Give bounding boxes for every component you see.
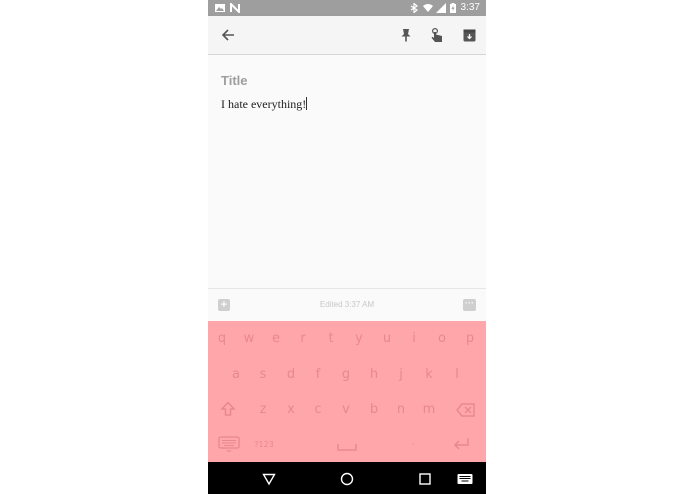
pin-button[interactable] (396, 25, 416, 45)
key-x[interactable]: x (281, 402, 301, 417)
keyboard-switch-icon (457, 474, 473, 484)
enter-icon (453, 438, 469, 450)
key-j[interactable]: j (391, 367, 411, 382)
key-w[interactable]: w (239, 331, 259, 346)
archive-icon (463, 29, 475, 41)
more-options-button[interactable]: ··· (463, 299, 476, 311)
key-f[interactable]: f (308, 367, 328, 382)
image-icon (215, 4, 225, 12)
spacebar-icon (337, 444, 357, 451)
key-a[interactable]: a (226, 367, 246, 382)
status-bar: 3:37 (208, 0, 486, 16)
key-n[interactable]: n (391, 402, 411, 417)
key-b[interactable]: b (364, 402, 384, 417)
navigation-bar (208, 462, 486, 494)
key-y[interactable]: y (349, 331, 369, 346)
back-arrow-icon (221, 29, 234, 41)
archive-button[interactable] (459, 25, 479, 45)
keyboard-switch-button[interactable] (457, 471, 473, 487)
on-screen-keyboard: q w e r t y u i o p a s d f g h j k l z … (208, 321, 486, 462)
status-time: 3:37 (460, 2, 480, 13)
shift-key[interactable] (220, 401, 236, 417)
wifi-icon (423, 4, 433, 12)
enter-key[interactable] (452, 436, 470, 452)
key-q[interactable]: q (212, 331, 232, 346)
recents-square-icon (419, 473, 431, 485)
key-l[interactable]: l (447, 367, 467, 382)
note-bottom-bar: + Edited 3:37 AM ··· (208, 288, 486, 322)
key-s[interactable]: s (253, 367, 273, 382)
back-triangle-icon (262, 473, 276, 486)
note-body-text: I hate everything! (221, 97, 307, 111)
nav-home-button[interactable] (339, 471, 355, 487)
n-icon (230, 3, 240, 13)
text-cursor (306, 97, 308, 110)
back-button[interactable] (218, 25, 238, 45)
pin-icon (401, 29, 411, 42)
nav-back-button[interactable] (261, 471, 277, 487)
key-o[interactable]: o (432, 331, 452, 346)
phone-screen: 3:37 Title I hate everything! + Edited 3… (208, 0, 486, 494)
title-field[interactable]: Title (221, 73, 248, 88)
keyboard-settings-icon (218, 436, 240, 453)
space-key[interactable] (336, 439, 358, 453)
touch-icon (431, 27, 442, 42)
nav-recents-button[interactable] (417, 471, 433, 487)
key-r[interactable]: r (293, 331, 313, 346)
key-v[interactable]: v (336, 402, 356, 417)
delete-key[interactable] (456, 402, 476, 418)
key-d[interactable]: d (281, 367, 301, 382)
key-p[interactable]: p (460, 331, 480, 346)
edited-timestamp: Edited 3:37 AM (319, 300, 375, 309)
key-e[interactable]: e (266, 331, 286, 346)
key-m[interactable]: m (419, 402, 439, 417)
key-h[interactable]: h (364, 367, 384, 382)
key-z[interactable]: z (253, 402, 273, 417)
key-u[interactable]: u (377, 331, 397, 346)
reminder-button[interactable] (427, 25, 447, 45)
note-toolbar (208, 16, 486, 55)
shift-icon (220, 401, 236, 416)
symbols-key[interactable]: ?123 (252, 440, 276, 449)
key-k[interactable]: k (419, 367, 439, 382)
key-g[interactable]: g (336, 367, 356, 382)
note-editor: Title I hate everything! (208, 55, 486, 287)
emoji-settings-key[interactable] (218, 436, 240, 453)
bluetooth-icon (410, 3, 419, 13)
key-c[interactable]: c (308, 402, 328, 417)
period-key[interactable]: · (403, 440, 423, 451)
signal-icon (436, 3, 446, 13)
note-body-field[interactable]: I hate everything! (221, 97, 308, 112)
home-circle-icon (340, 472, 354, 486)
battery-icon (450, 3, 456, 13)
backspace-icon (456, 403, 475, 417)
key-t[interactable]: t (321, 331, 341, 346)
key-i[interactable]: i (404, 331, 424, 346)
